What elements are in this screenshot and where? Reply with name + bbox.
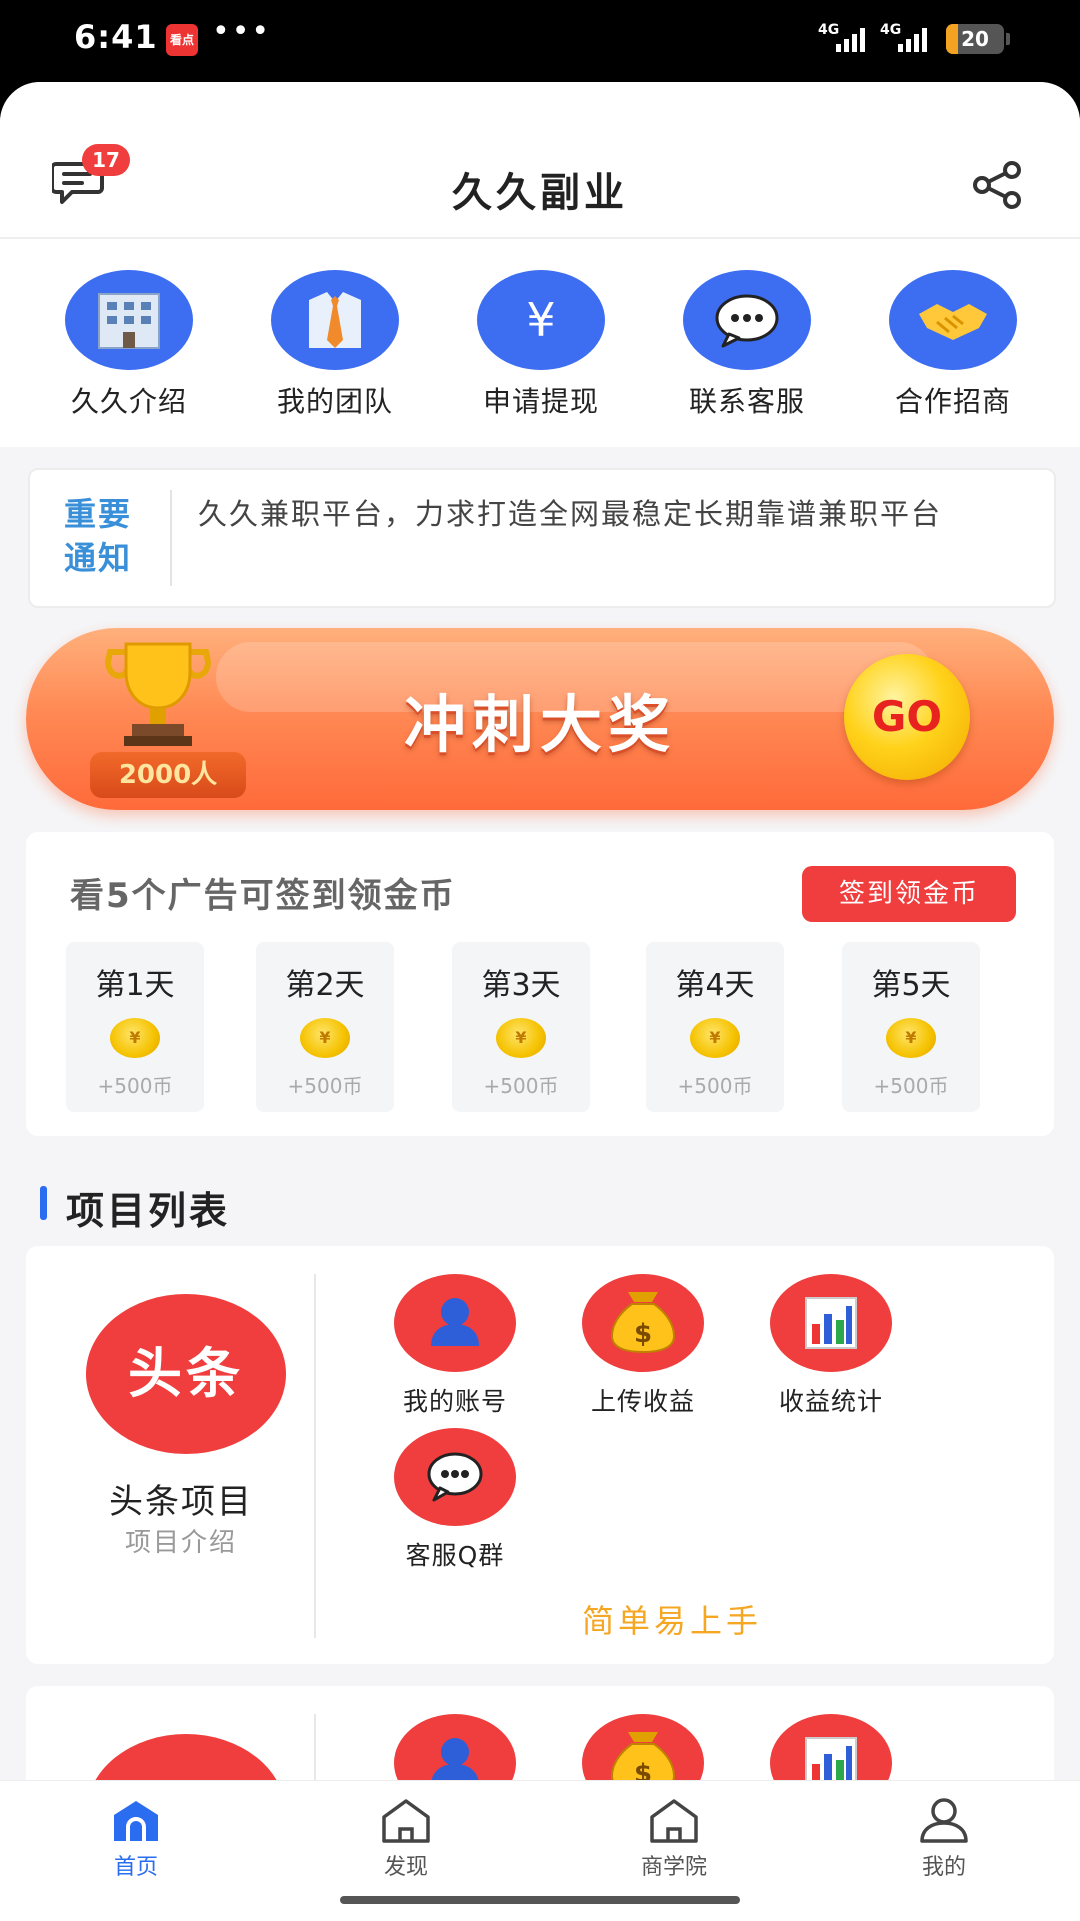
home-icon	[108, 1795, 164, 1845]
signin-title: 看5个广告可签到领金币	[70, 876, 456, 916]
chat-bubble-icon	[683, 270, 811, 370]
project-card: 头条 头条项目 项目介绍 我的账号 $ 上传收益 收益统计 客服Q群 简单易上手	[26, 1246, 1054, 1664]
more-notifications-icon: •••	[212, 14, 272, 49]
day-reward: +500币	[287, 1074, 363, 1098]
school-icon	[646, 1795, 702, 1845]
project-action-upload[interactable]: $ 上传收益	[558, 1274, 728, 1418]
nav-label: 发现	[383, 1855, 428, 1880]
quick-item-team[interactable]: 我的团队	[250, 270, 420, 420]
project-tagline: 简单易上手	[582, 1602, 763, 1640]
coin-icon: ¥	[886, 1018, 936, 1058]
profile-icon	[916, 1795, 972, 1845]
day-label: 第4天	[675, 968, 755, 1003]
yen-icon: ¥	[477, 270, 605, 370]
day-reward: +500币	[483, 1074, 559, 1098]
quick-label: 我的团队	[276, 385, 393, 418]
coin-icon: ¥	[300, 1018, 350, 1058]
building-icon	[65, 270, 193, 370]
quick-label: 合作招商	[894, 385, 1011, 418]
coin-icon: ¥	[496, 1018, 546, 1058]
home-indicator	[340, 1896, 740, 1904]
signin-day[interactable]: 第4天 ¥ +500币	[646, 942, 784, 1112]
share-icon[interactable]	[970, 160, 1024, 210]
discover-icon	[378, 1795, 434, 1845]
bar-chart-icon	[770, 1274, 892, 1372]
quick-item-cooperation[interactable]: 合作招商	[868, 270, 1038, 420]
project-badge[interactable]: 头条	[86, 1294, 286, 1454]
quick-menu: 久久介绍 我的团队 ¥ 申请提现 联系客服 合作招商	[0, 270, 1080, 430]
nav-profile[interactable]: 我的	[874, 1795, 1014, 1881]
day-label: 第2天	[285, 968, 365, 1003]
nav-home[interactable]: 首页	[66, 1795, 206, 1881]
section-title: 项目列表	[66, 1189, 231, 1233]
quick-item-intro[interactable]: 久久介绍	[44, 270, 214, 420]
signin-day[interactable]: 第3天 ¥ +500币	[452, 942, 590, 1112]
nav-discover[interactable]: 发现	[336, 1795, 476, 1881]
quick-label: 申请提现	[482, 385, 599, 418]
battery-cap	[1006, 33, 1010, 45]
shirt-tie-icon	[271, 270, 399, 370]
project-action-stats[interactable]: 收益统计	[746, 1274, 916, 1418]
day-reward: +500币	[97, 1074, 173, 1098]
nav-label: 商学院	[640, 1855, 707, 1880]
nav-label: 我的	[921, 1855, 966, 1880]
page: 17 久久副业 久久介绍 我的团队 ¥ 申请提现 联系客服 合作招商 重要通知 …	[0, 82, 1080, 1920]
coin-icon: ¥	[690, 1018, 740, 1058]
signin-day[interactable]: 第1天 ¥ +500币	[66, 942, 204, 1112]
quick-item-service[interactable]: 联系客服	[662, 270, 832, 420]
day-label: 第1天	[95, 968, 175, 1003]
signal-icon	[836, 28, 865, 52]
header-divider	[0, 237, 1080, 239]
battery-icon: 20	[946, 24, 1004, 54]
quick-item-withdraw[interactable]: ¥ 申请提现	[456, 270, 626, 420]
status-time: 6:41	[74, 18, 158, 56]
signin-card: 看5个广告可签到领金币 签到领金币 第1天 ¥ +500币 第2天 ¥ +500…	[26, 832, 1054, 1136]
svg-text:¥: ¥	[526, 293, 555, 347]
project-action-account[interactable]: 我的账号	[370, 1274, 540, 1418]
notice-tag: 重要通知	[64, 495, 133, 577]
project-intro-link[interactable]: 项目介绍	[26, 1522, 336, 1559]
day-reward: +500币	[677, 1074, 753, 1098]
action-label: 我的账号	[402, 1387, 507, 1416]
notice-text: 久久兼职平台，力求打造全网最稳定长期靠谱兼职平台	[198, 497, 943, 531]
battery-level: 20	[961, 27, 989, 51]
day-label: 第5天	[871, 968, 951, 1003]
page-title: 久久副业	[452, 170, 628, 216]
project-name: 头条项目	[109, 1482, 253, 1522]
signin-day[interactable]: 第5天 ¥ +500币	[842, 942, 980, 1112]
handshake-icon	[889, 270, 1017, 370]
project-action-qq-group[interactable]: 客服Q群	[370, 1428, 540, 1572]
go-label: GO	[871, 692, 943, 741]
app-notification-icon: 看点	[166, 24, 198, 56]
nav-label: 首页	[113, 1855, 158, 1880]
prize-banner[interactable]: 2000人 冲刺大奖 GO	[26, 628, 1054, 810]
signin-button[interactable]: 签到领金币	[802, 866, 1016, 922]
quick-label: 久久介绍	[70, 385, 187, 418]
coin-icon: ¥	[110, 1018, 160, 1058]
notice-bar[interactable]: 重要通知 久久兼职平台，力求打造全网最稳定长期靠谱兼职平台	[28, 468, 1056, 608]
chat-bubble-icon	[394, 1428, 516, 1526]
section-marker	[40, 1186, 47, 1220]
user-icon	[394, 1274, 516, 1372]
day-label: 第3天	[481, 968, 561, 1003]
signin-day[interactable]: 第2天 ¥ +500币	[256, 942, 394, 1112]
signal-icon	[898, 28, 927, 52]
quick-label: 联系客服	[688, 385, 805, 418]
go-button[interactable]: GO	[844, 654, 970, 780]
status-bar: 6:41 看点 ••• 4G 4G 20	[0, 0, 1080, 82]
action-label: 客服Q群	[405, 1541, 505, 1570]
action-label: 上传收益	[590, 1387, 695, 1416]
notice-divider	[170, 490, 172, 586]
action-label: 收益统计	[778, 1387, 883, 1416]
nav-school[interactable]: 商学院	[604, 1795, 744, 1881]
svg-text:$: $	[634, 1319, 652, 1349]
project-divider	[314, 1274, 316, 1638]
day-reward: +500币	[873, 1074, 949, 1098]
money-bag-icon: $	[582, 1274, 704, 1372]
